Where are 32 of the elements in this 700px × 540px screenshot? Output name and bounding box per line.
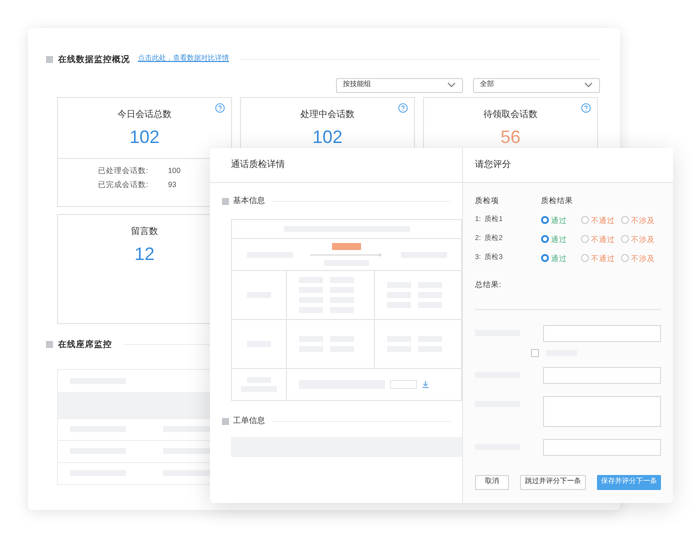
- stat-label: 处理中会话数: [300, 108, 354, 121]
- stat-label: 留言数: [131, 224, 158, 238]
- help-icon[interactable]: [398, 102, 408, 113]
- help-icon[interactable]: [215, 102, 225, 113]
- placeholder-bar: [332, 243, 361, 250]
- arrow-icon: [310, 253, 384, 257]
- section-title: 在线数据监控概况: [58, 53, 130, 66]
- square-icon: [222, 198, 229, 204]
- square-icon: [222, 418, 229, 424]
- help-icon[interactable]: [581, 102, 591, 113]
- input-field[interactable]: [543, 396, 661, 426]
- chevron-down-icon: [584, 82, 593, 88]
- panel-title: 请您评分: [475, 158, 511, 172]
- stat-label: 待领取会话数: [484, 108, 538, 121]
- chevron-down-icon: [447, 82, 456, 88]
- stat-label: 今日会话总数: [118, 108, 172, 121]
- stat-value: 102: [312, 126, 343, 150]
- section-title: 工单信息: [233, 415, 265, 427]
- section-title: 在线座席监控: [58, 338, 112, 350]
- input-field[interactable]: [543, 324, 661, 342]
- square-icon: [46, 340, 53, 348]
- checkbox[interactable]: [531, 348, 539, 356]
- input-field[interactable]: [543, 366, 661, 384]
- input-field[interactable]: [390, 380, 417, 389]
- stat-value: 102: [129, 126, 160, 150]
- stat-value: 12: [134, 243, 155, 266]
- input-field[interactable]: [543, 438, 661, 456]
- download-icon[interactable]: [422, 381, 429, 388]
- square-icon: [46, 56, 53, 63]
- stat-value: 56: [500, 126, 521, 150]
- section-title: 基本信息: [233, 195, 265, 207]
- dialog-title: 通话质检详情: [231, 158, 285, 172]
